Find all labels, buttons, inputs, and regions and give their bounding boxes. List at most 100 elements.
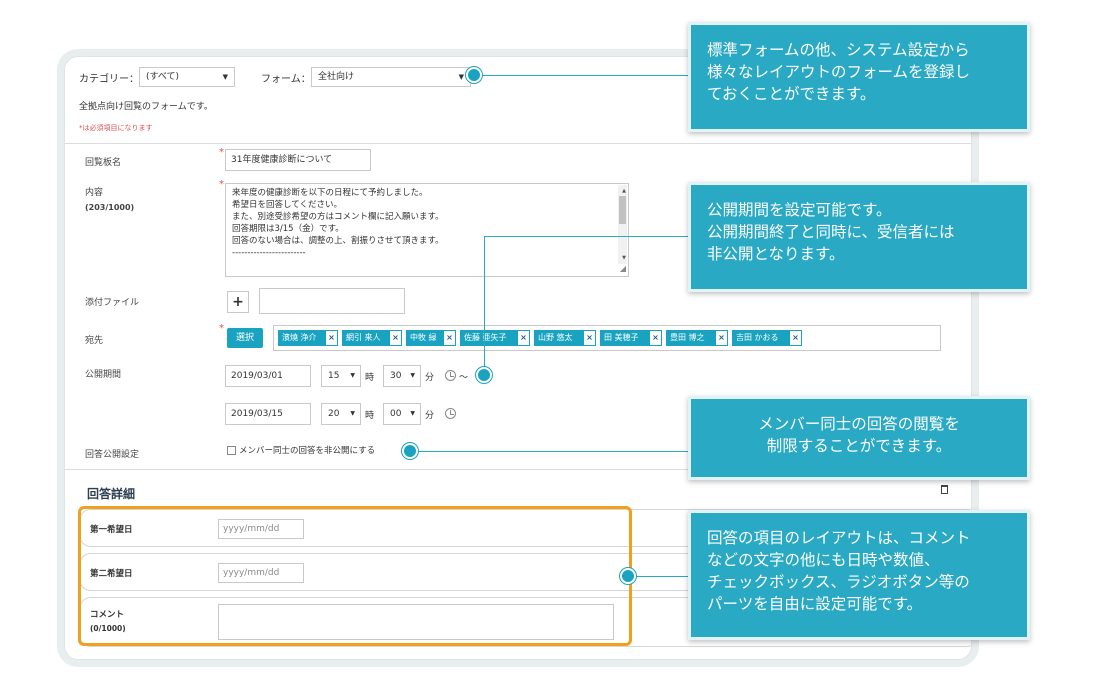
- remove-icon[interactable]: ×: [649, 330, 662, 346]
- remove-icon[interactable]: ×: [443, 330, 456, 346]
- remove-icon[interactable]: ×: [325, 330, 338, 346]
- recipient-chip: 中牧 緑 ×: [406, 330, 456, 346]
- remove-icon[interactable]: ×: [789, 330, 802, 346]
- callout-dot: [476, 367, 492, 383]
- content-line: ------------------------: [232, 248, 306, 258]
- recipient-name: 山野 悠太: [538, 333, 573, 342]
- recipient-name: 網引 来人: [346, 333, 381, 342]
- connector-line: [480, 75, 690, 76]
- start-hour-select[interactable]: 15 ▼: [321, 365, 361, 387]
- answer-details-title: 回答詳細: [87, 487, 136, 501]
- end-minute-select[interactable]: 00 ▼: [383, 403, 421, 425]
- textarea-scroll-thumb[interactable]: [619, 196, 626, 224]
- recipient-name: 吉田 かおる: [736, 333, 779, 342]
- callout-line: 標準フォームの他、システム設定から: [707, 41, 970, 59]
- recipient-chip: 山野 悠太 ×: [534, 330, 596, 346]
- minute-unit: 分: [425, 373, 435, 383]
- hour-unit: 時: [365, 411, 375, 421]
- content-line: 希望日を回答してください。: [232, 200, 342, 210]
- category-select-value: (すべて): [146, 72, 180, 82]
- category-label: カテゴリー：: [79, 74, 139, 85]
- connector-line: [630, 576, 690, 577]
- remove-icon[interactable]: ×: [583, 330, 596, 346]
- recipient-chip: 網引 来人 ×: [342, 330, 402, 346]
- content-line: 来年度の健康診断を以下の日程にて予約しました。: [232, 188, 428, 198]
- start-date-input[interactable]: 2019/03/01: [225, 365, 311, 387]
- end-hour-value: 20: [328, 409, 340, 419]
- start-date-value: 2019/03/01: [231, 371, 283, 381]
- title-input[interactable]: 31年度健康診断について: [225, 149, 371, 171]
- answer-visibility-label: 回答公開設定: [85, 450, 140, 460]
- scroll-up-icon[interactable]: ▲: [622, 185, 626, 197]
- end-date-input[interactable]: 2019/03/15: [225, 403, 311, 425]
- start-minute-select[interactable]: 30 ▼: [383, 365, 421, 387]
- form-label: フォーム：: [261, 74, 311, 85]
- content-line: 回答期限は3/15（金）です。: [232, 224, 344, 234]
- recipient-name: 豊田 博之: [670, 333, 705, 342]
- recipient-name: 濱燒 浄介: [282, 333, 317, 342]
- chevron-down-icon: ▼: [458, 73, 464, 81]
- callout-line: などの文字の他にも日時や数値、: [707, 551, 940, 569]
- start-hour-value: 15: [328, 371, 340, 381]
- form-select-value: 全社向け: [318, 72, 355, 82]
- minute-unit: 分: [425, 411, 435, 421]
- trash-icon[interactable]: [941, 485, 948, 494]
- recipient-chip: 豊田 博之 ×: [666, 330, 728, 346]
- callout-form-layouts: 標準フォームの他、システム設定から 様々なレイアウトのフォームを登録し ておくこ…: [688, 22, 1030, 132]
- required-mark: *: [219, 179, 224, 190]
- callout-line: 様々なレイアウトのフォームを登録し: [707, 63, 971, 81]
- content-textarea[interactable]: 来年度の健康診断を以下の日程にて予約しました。 希望日を回答してください。 また…: [225, 183, 629, 277]
- category-select[interactable]: (すべて) ▼: [139, 67, 235, 87]
- clock-icon[interactable]: [445, 370, 456, 381]
- end-date-value: 2019/03/15: [231, 409, 283, 419]
- chevron-down-icon: ▼: [410, 410, 415, 417]
- start-minute-value: 30: [390, 371, 402, 381]
- chevron-down-icon: ▼: [350, 372, 355, 379]
- title-input-value: 31年度健康診断について: [231, 155, 333, 165]
- recipients-box: 濱燒 浄介 × 網引 来人 × 中牧 緑 × 佐藤 亜矢子 × 山野 悠太 × …: [273, 325, 941, 351]
- hide-answers-checkbox[interactable]: [227, 446, 236, 455]
- required-mark: *: [219, 323, 224, 334]
- recipient-chip: 佐藤 亜矢子 ×: [460, 330, 530, 346]
- hour-unit: 時: [365, 373, 375, 383]
- content-count: (203/1000): [85, 203, 135, 212]
- form-select[interactable]: 全社向け ▼: [311, 67, 471, 87]
- callout-answer-layout: 回答の項目のレイアウトは、コメント などの文字の他にも日時や数値、 チェックボッ…: [688, 510, 1030, 640]
- content-line: また、別途受診希望の方はコメント欄に記入願います。: [232, 212, 444, 222]
- add-attachment-button[interactable]: +: [227, 291, 249, 313]
- connector-line: [484, 236, 690, 237]
- chevron-down-icon: ▼: [222, 73, 228, 81]
- resize-handle-icon[interactable]: ◢: [620, 263, 626, 275]
- connector-line: [410, 451, 690, 452]
- callout-line: パーツを自由に設定可能です。: [707, 595, 923, 613]
- recipient-name: 佐藤 亜矢子: [464, 333, 507, 342]
- required-note: *は必須項目になります: [79, 124, 153, 132]
- chevron-down-icon: ▼: [410, 372, 415, 379]
- recipient-chip: 濱燒 浄介 ×: [278, 330, 338, 346]
- title-label: 回覧板名: [85, 158, 122, 168]
- callout-line: 公開期間を設定可能です。: [707, 201, 892, 219]
- callout-line: 回答の項目のレイアウトは、コメント: [707, 529, 971, 547]
- callout-dot: [620, 568, 636, 584]
- clock-icon[interactable]: [445, 408, 456, 419]
- form-description: 全拠点向け回覧のフォームです。: [79, 102, 213, 112]
- remove-icon[interactable]: ×: [715, 330, 728, 346]
- recipient-chip: 吉田 かおる ×: [732, 330, 802, 346]
- end-hour-select[interactable]: 20 ▼: [321, 403, 361, 425]
- remove-icon[interactable]: ×: [389, 330, 402, 346]
- select-recipients-button[interactable]: 選択: [227, 328, 263, 348]
- chevron-down-icon: ▼: [350, 410, 355, 417]
- range-symbol: 〜: [459, 373, 469, 383]
- connector-line: [484, 236, 485, 376]
- remove-icon[interactable]: ×: [517, 330, 530, 346]
- attachment-field[interactable]: [259, 288, 405, 314]
- required-mark: *: [219, 147, 224, 158]
- callout-line: メンバー同士の回答の閲覧を: [758, 415, 960, 433]
- answer-detail-highlight: [78, 506, 632, 646]
- end-minute-value: 00: [390, 409, 402, 419]
- attach-label: 添付ファイル: [85, 298, 140, 308]
- callout-line: チェックボックス、ラジオボタン等の: [707, 573, 970, 591]
- content-label: 内容: [85, 188, 104, 198]
- callout-line: 制限することができます。: [766, 437, 952, 455]
- callout-answer-visibility: メンバー同士の回答の閲覧を 制限することができます。: [688, 396, 1030, 480]
